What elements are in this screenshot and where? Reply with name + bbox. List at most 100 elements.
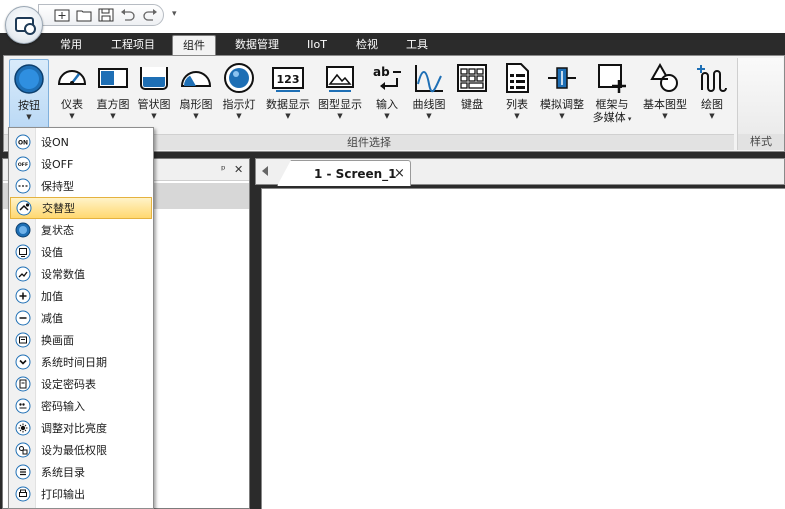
title-bar: ▾ (0, 0, 785, 44)
toggle-icon (16, 200, 32, 216)
set-constant-icon (15, 266, 31, 282)
ribbon-button-indicator[interactable]: 指示灯 ▼ (219, 59, 259, 133)
document-tab-strip: 1 - Screen_1 × (255, 158, 785, 186)
ribbon-button-bar-graph[interactable]: 直方图 ▼ (94, 59, 132, 133)
ribbon-button-label: 绘图 (701, 98, 723, 111)
tab-tools[interactable]: 工具 (396, 35, 438, 55)
menu-item-decrement[interactable]: 减值 (10, 307, 152, 329)
menu-item-increment[interactable]: 加值 (10, 285, 152, 307)
trend-chart-icon (413, 62, 445, 94)
style-group[interactable]: 样式 (737, 58, 784, 150)
system-time-icon (15, 354, 31, 370)
menu-item-set-constant[interactable]: 设常数值 (10, 263, 152, 285)
numeric-display-icon: 123 (272, 62, 304, 94)
menu-item-system-directory[interactable]: 系统目录 (10, 461, 152, 483)
app-logo-icon (15, 17, 36, 35)
gauge-icon (56, 62, 88, 94)
ribbon-button-label: 图型显示 (318, 98, 362, 111)
ribbon-button-list[interactable]: 列表 ▼ (498, 59, 536, 133)
ribbon-button-button[interactable]: 按钮 ▼ (9, 59, 49, 133)
tab-home[interactable]: 常用 (50, 35, 92, 55)
svg-text:OFF: OFF (18, 162, 28, 168)
tab-components[interactable]: 组件 (172, 35, 216, 55)
set-on-icon: ON (15, 134, 31, 150)
screen-canvas[interactable] (261, 188, 785, 509)
menu-item-label: 设ON (41, 136, 69, 149)
redo-icon[interactable] (141, 7, 159, 23)
app-menu-button[interactable] (5, 6, 43, 44)
dropdown-caret-icon: ▼ (110, 112, 116, 120)
undo-icon[interactable] (119, 7, 137, 23)
scroll-left-icon[interactable] (262, 166, 268, 176)
menu-item-password-input[interactable]: 密码输入 (10, 395, 152, 417)
tab-project[interactable]: 工程项目 (102, 35, 164, 55)
bar-graph-icon (97, 62, 129, 94)
close-tab-icon[interactable]: × (394, 166, 405, 181)
ribbon-button-frame-media[interactable]: 框架与 多媒体 ▾ (590, 59, 634, 133)
menu-item-label: 加值 (41, 290, 63, 303)
menu-item-toggle[interactable]: 交替型 (10, 197, 152, 219)
menu-item-system-time[interactable]: 系统时间日期 (10, 351, 152, 373)
ribbon-button-label: 管状图 (137, 98, 171, 111)
menu-item-set-on[interactable]: ON 设ON (10, 131, 152, 153)
increment-icon (15, 288, 31, 304)
style-group-label: 样式 (738, 134, 784, 150)
menu-item-label: 设为最低权限 (41, 444, 107, 457)
ribbon-button-label: 扇形图 (179, 98, 213, 111)
ribbon-button-picture-display[interactable]: 图型显示 ▼ (315, 59, 365, 133)
pin-icon[interactable]: ᵖ (221, 163, 226, 176)
ribbon-button-label: 模拟调整 (540, 98, 584, 111)
dropdown-caret-icon: ▼ (559, 112, 565, 120)
lowest-privilege-icon (15, 442, 31, 458)
system-directory-icon (15, 464, 31, 480)
ribbon-button-pipe[interactable]: 管状图 ▼ (135, 59, 173, 133)
ribbon-button-label: 直方图 (96, 98, 130, 111)
ribbon-button-numeric-display[interactable]: 123 数据显示 ▼ (263, 59, 313, 133)
menu-item-label: 保持型 (41, 180, 74, 193)
menu-item-label: 设常数值 (41, 268, 85, 281)
decrement-icon (15, 310, 31, 326)
ribbon-button-gauge[interactable]: 仪表 ▼ (54, 59, 90, 133)
tab-data-management[interactable]: 数据管理 (226, 35, 288, 55)
ribbon-button-sector[interactable]: 扇形图 ▼ (177, 59, 215, 133)
set-off-icon: OFF (15, 156, 31, 172)
menu-item-multi-state[interactable]: 复状态 (10, 219, 152, 241)
keyboard-icon (456, 62, 488, 94)
ribbon-button-label: 指示灯 (222, 98, 256, 111)
quick-access-dropdown-icon[interactable]: ▾ (172, 9, 177, 19)
tab-view[interactable]: 检视 (346, 35, 388, 55)
ribbon-button-basic-shape[interactable]: 基本图型 ▼ (640, 59, 690, 133)
document-tab-screen-1[interactable]: 1 - Screen_1 × (277, 160, 411, 186)
dropdown-caret-icon: ▼ (426, 112, 432, 120)
input-icon: ab (371, 62, 403, 94)
menu-item-brightness[interactable]: 调整对比亮度 (10, 417, 152, 439)
save-icon[interactable] (97, 7, 115, 23)
ribbon-button-keyboard[interactable]: 键盘 (453, 59, 491, 133)
ribbon-button-drawing[interactable]: 绘图 ▼ (693, 59, 731, 133)
menu-item-set-off[interactable]: OFF 设OFF (10, 153, 152, 175)
menu-item-lowest-privilege[interactable]: 设为最低权限 (10, 439, 152, 461)
ribbon-button-slider[interactable]: 模拟调整 ▼ (537, 59, 587, 133)
button-type-menu: ON 设ON OFF 设OFF 保持型交替型复状态 设值设常数值加值减值换画面 系统时间日期… (8, 127, 154, 509)
sector-icon (180, 62, 212, 94)
menu-item-print[interactable]: 打印输出 (10, 483, 152, 505)
button-icon (13, 63, 45, 95)
picture-display-icon (324, 62, 356, 94)
pipe-icon (138, 62, 170, 94)
menu-item-label: 交替型 (42, 202, 75, 215)
menu-item-momentary[interactable]: 保持型 (10, 175, 152, 197)
list-icon (501, 62, 533, 94)
tab-iiot[interactable]: IIoT (297, 35, 337, 55)
ribbon-button-input[interactable]: ab 输入 ▼ (368, 59, 406, 133)
open-folder-icon[interactable] (75, 7, 93, 23)
menu-item-label: 密码输入 (41, 400, 85, 413)
ribbon-button-trend[interactable]: 曲线图 ▼ (408, 59, 450, 133)
menu-item-change-screen[interactable]: 换画面 (10, 329, 152, 351)
menu-item-password-table[interactable]: 设定密码表 (10, 373, 152, 395)
close-icon[interactable]: ✕ (234, 163, 243, 176)
ribbon-button-label: 曲线图 (412, 98, 446, 111)
menu-item-set-value[interactable]: 设值 (10, 241, 152, 263)
menu-item-label: 减值 (41, 312, 63, 325)
ribbon-button-label: 基本图型 (643, 98, 687, 111)
new-project-icon[interactable] (53, 7, 71, 23)
